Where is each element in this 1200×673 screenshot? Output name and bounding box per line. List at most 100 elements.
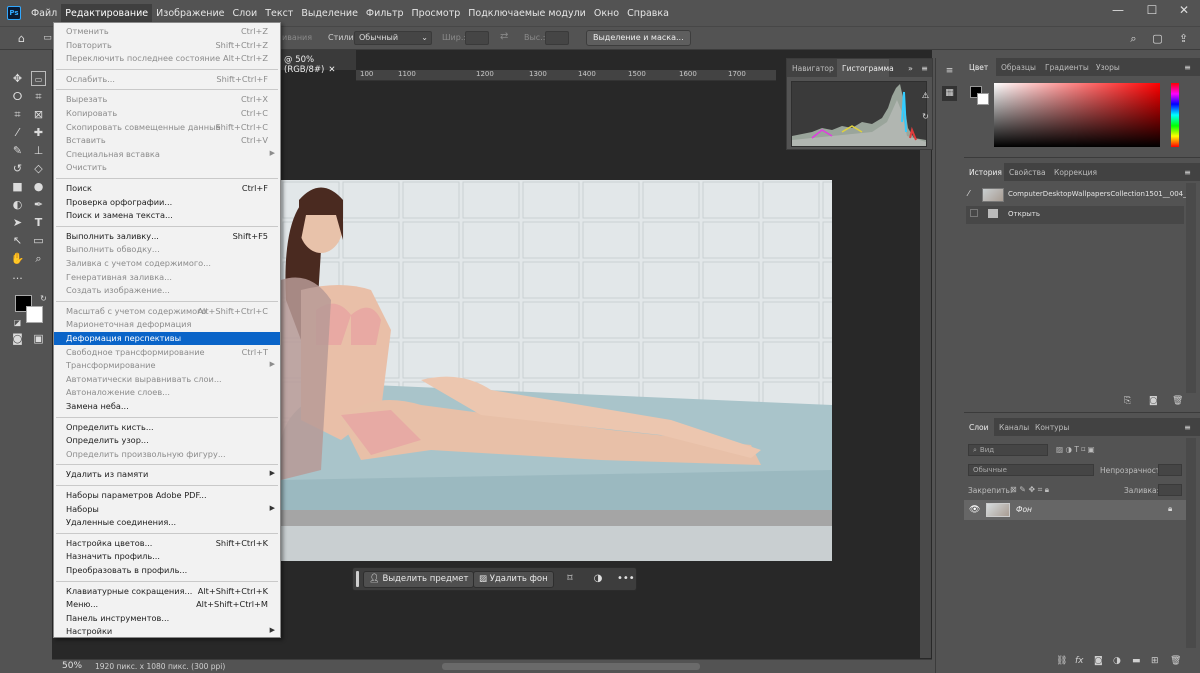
- fill-input[interactable]: [1158, 484, 1182, 496]
- width-input[interactable]: [465, 31, 489, 45]
- menu-item[interactable]: Наборы ▶: [54, 503, 280, 516]
- new-document-from-state-icon[interactable]: ⎘: [1124, 396, 1131, 406]
- menu-item[interactable]: Поиск и замена текста...: [54, 209, 280, 222]
- marquee-tool-icon[interactable]: ▭: [31, 71, 46, 86]
- pen-tool-icon[interactable]: ✒: [31, 197, 46, 212]
- background-color-swatch[interactable]: [26, 306, 43, 323]
- swap-icon[interactable]: ⇄: [500, 31, 508, 42]
- menu-item[interactable]: Настройки ▶: [54, 625, 280, 638]
- menu-item[interactable]: Замена неба...: [54, 400, 280, 413]
- select-and-mask-button[interactable]: Выделение и маска...: [586, 30, 691, 46]
- menu-item[interactable]: Поиск Ctrl+F: [54, 182, 280, 195]
- close-icon[interactable]: ✕: [1172, 3, 1196, 17]
- panel-tab[interactable]: Цвет: [964, 58, 996, 76]
- panel-tab[interactable]: Гистограмма: [837, 59, 894, 77]
- drag-handle[interactable]: [356, 571, 359, 587]
- add-mask-icon[interactable]: ◙: [1094, 656, 1103, 666]
- screen-mode-icon[interactable]: ▣: [31, 331, 46, 346]
- adjustment-layer-icon[interactable]: ◑: [1113, 656, 1121, 666]
- menu-2[interactable]: Редактирование: [61, 3, 153, 23]
- history-checkbox[interactable]: [970, 209, 978, 217]
- menu-1[interactable]: Файл: [27, 4, 61, 23]
- move-tool-icon[interactable]: ✥: [10, 71, 25, 86]
- panel-menu-icon[interactable]: ≡: [942, 64, 957, 79]
- refresh-icon[interactable]: ↻: [918, 109, 933, 124]
- workspace-icon[interactable]: ▢: [1150, 31, 1165, 46]
- menu-item[interactable]: Назначить профиль...: [54, 550, 280, 563]
- home-icon[interactable]: ⌂: [14, 31, 29, 46]
- crop-tool-icon[interactable]: ⌗: [10, 107, 25, 122]
- menu-7[interactable]: Фильтр: [362, 4, 408, 23]
- menu-10[interactable]: Окно: [590, 4, 623, 23]
- link-layers-icon[interactable]: ⛓︎: [1056, 656, 1067, 666]
- menu-6[interactable]: Выделение: [297, 4, 362, 23]
- swap-colors-icon[interactable]: ↻: [36, 291, 51, 306]
- panel-tab[interactable]: Градиенты: [1040, 58, 1091, 76]
- minimize-icon[interactable]: —: [1106, 3, 1130, 17]
- panel-tab[interactable]: Коррекция: [1049, 163, 1101, 181]
- gradient-tool-icon[interactable]: ■: [10, 179, 25, 194]
- layer-filter-icons[interactable]: ▨ ◑ T ⌑ ▣: [1056, 445, 1095, 454]
- menu-item[interactable]: Удаленные соединения...: [54, 516, 280, 529]
- more-options-icon[interactable]: •••: [617, 573, 635, 584]
- menu-item[interactable]: Преобразовать в профиль...: [54, 564, 280, 577]
- layer-row-background[interactable]: 👁︎ Фон 🔒︎: [964, 500, 1186, 520]
- menu-5[interactable]: Текст: [261, 4, 297, 23]
- history-scrollbar[interactable]: [1186, 183, 1196, 393]
- vertical-scrollbar[interactable]: [920, 80, 931, 658]
- delete-layer-icon[interactable]: 🗑︎: [1170, 656, 1181, 666]
- panel-menu-icon[interactable]: ≡: [1180, 60, 1195, 75]
- panel-menu-icon[interactable]: ≡: [1180, 420, 1195, 435]
- transform-icon[interactable]: ⌑: [563, 573, 577, 584]
- brush-tool-icon[interactable]: ✎: [10, 143, 25, 158]
- search-icon[interactable]: ⌕: [1126, 31, 1141, 46]
- menu-11[interactable]: Справка: [623, 4, 673, 23]
- healing-brush-tool-icon[interactable]: ✚: [31, 125, 46, 140]
- panel-tab[interactable]: Узоры: [1091, 58, 1125, 76]
- default-colors-icon[interactable]: ◪: [10, 315, 25, 330]
- menu-item[interactable]: Меню... Alt+Shift+Ctrl+M: [54, 598, 280, 611]
- history-snapshot[interactable]: ⁄ ComputerDesktopWallpapersCollection150…: [966, 186, 1196, 204]
- panel-tab[interactable]: Образцы: [996, 58, 1040, 76]
- eraser-tool-icon[interactable]: ◇: [31, 161, 46, 176]
- visibility-eye-icon[interactable]: 👁︎: [969, 505, 980, 515]
- panel-tab[interactable]: Слои: [964, 418, 994, 436]
- lock-icons[interactable]: ⊠ ✎ ✥ ⌗ 🔒︎: [1010, 485, 1049, 495]
- history-brush-tool-icon[interactable]: ↺: [10, 161, 25, 176]
- styles-select[interactable]: Обычный ⌄: [354, 31, 432, 45]
- layer-style-icon[interactable]: fx: [1075, 656, 1084, 666]
- adjustment-icon[interactable]: ◑: [591, 573, 605, 584]
- hue-slider[interactable]: [1171, 83, 1179, 147]
- layers-scrollbar[interactable]: [1186, 438, 1196, 648]
- panel-menu-icon[interactable]: ≡: [1180, 165, 1195, 180]
- menu-9[interactable]: Подключаемые модули: [464, 4, 590, 23]
- menu-item[interactable]: Настройка цветов... Shift+Ctrl+K: [54, 537, 280, 550]
- histogram-panel-icon[interactable]: ▦: [942, 86, 957, 101]
- menu-item[interactable]: Панель инструментов...: [54, 612, 280, 625]
- frame-tool-icon[interactable]: ⊠: [31, 107, 46, 122]
- menu-item[interactable]: Проверка орфографии...: [54, 196, 280, 209]
- horizontal-scrollbar[interactable]: [442, 663, 700, 670]
- warning-icon[interactable]: ⚠: [918, 88, 933, 103]
- background-swatch[interactable]: [977, 93, 989, 105]
- more-tools-icon[interactable]: ···: [10, 271, 25, 286]
- menu-item[interactable]: Выполнить заливку... Shift+F5: [54, 230, 280, 243]
- color-field[interactable]: [994, 83, 1160, 147]
- canvas-image[interactable]: [281, 180, 832, 561]
- menu-item[interactable]: Наборы параметров Adobe PDF...: [54, 489, 280, 502]
- clone-stamp-tool-icon[interactable]: ⊥: [31, 143, 46, 158]
- select-subject-button[interactable]: 👤︎ Выделить предмет: [363, 571, 475, 588]
- blur-tool-icon[interactable]: ●: [31, 179, 46, 194]
- zoom-level[interactable]: 50%: [62, 661, 82, 671]
- quick-mask-icon[interactable]: ◙: [10, 331, 25, 346]
- dodge-tool-icon[interactable]: ◐: [10, 197, 25, 212]
- menu-item[interactable]: Определить кисть...: [54, 421, 280, 434]
- snapshot-camera-icon[interactable]: ◙: [1149, 396, 1158, 406]
- panel-tab[interactable]: Каналы: [994, 418, 1030, 436]
- delete-state-icon[interactable]: 🗑︎: [1172, 396, 1183, 406]
- menu-item[interactable]: Удалить из памяти ▶: [54, 468, 280, 481]
- zoom-tool-icon[interactable]: ⌕: [31, 251, 46, 266]
- menu-item[interactable]: Определить узор...: [54, 434, 280, 447]
- remove-background-button[interactable]: ▨ Удалить фон: [473, 571, 554, 588]
- new-group-icon[interactable]: ▬: [1132, 656, 1141, 666]
